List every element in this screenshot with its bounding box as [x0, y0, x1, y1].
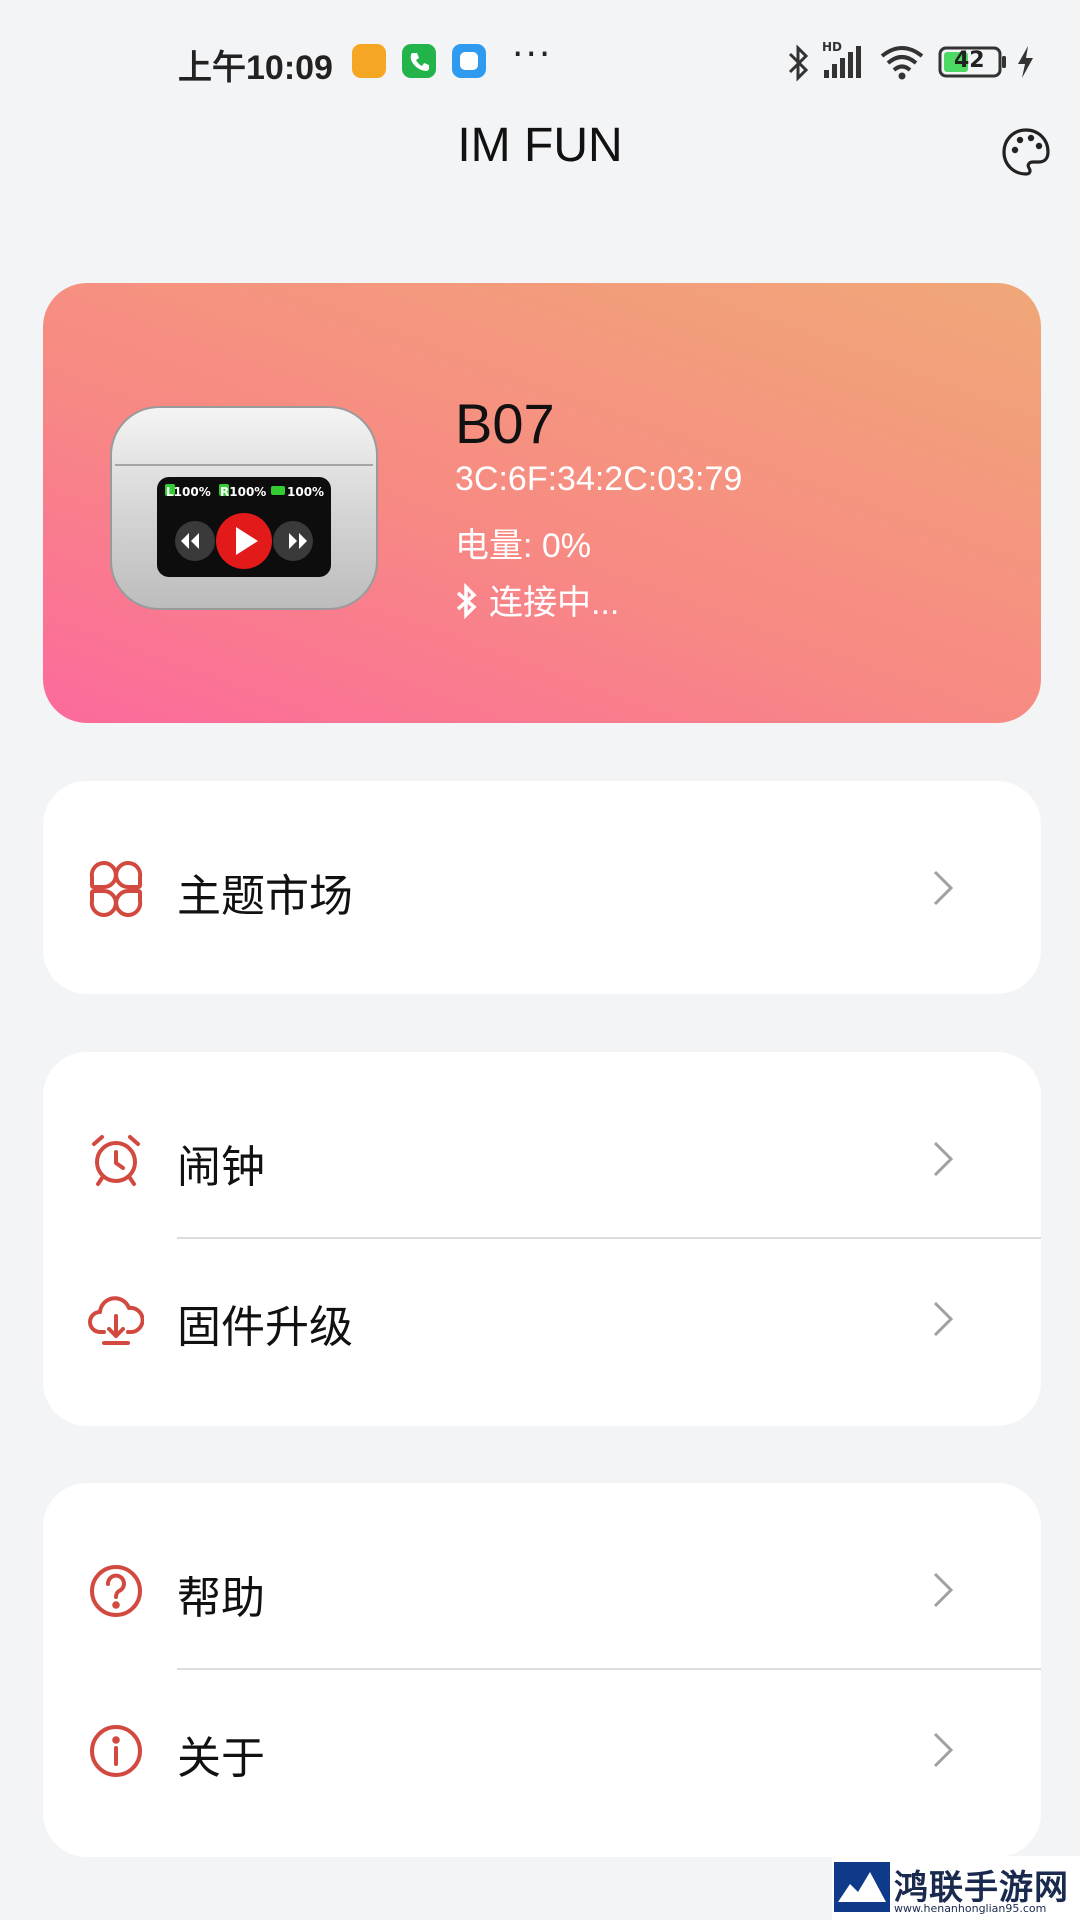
chevron-right-icon: [931, 868, 957, 908]
site-watermark: 鸿联手游网 www.henanhonglian95.com: [832, 1856, 1080, 1920]
device-card[interactable]: L100% R100% 100% B07 3C:6F:34:2C:03:79 电…: [43, 283, 1041, 723]
menu-label-help: 帮助: [177, 1573, 265, 1624]
more-notifications-indicator: ···: [512, 34, 553, 75]
status-time: 上午10:09: [178, 49, 333, 87]
bluetooth-icon: [455, 582, 479, 628]
case-battery: 100%: [287, 485, 325, 499]
info-card: 帮助 关于: [43, 1483, 1041, 1857]
watermark-url: www.henanhonglian95.com: [894, 1902, 1047, 1915]
chevron-right-icon: [931, 1139, 957, 1179]
cloud-download-icon: [88, 1292, 145, 1348]
app-screen: 上午10:09 ··· HD 42 IM FUN L100% R100% 100…: [0, 0, 1080, 1920]
info-circle-icon: [88, 1723, 144, 1779]
earbuds-case-icon: L100% R100% 100%: [109, 405, 379, 611]
case-left-battery: L100%: [166, 485, 211, 499]
menu-label-theme-market: 主题市场: [177, 871, 353, 922]
tools-card: 闹钟 固件升级: [43, 1052, 1041, 1426]
alarm-clock-icon: [88, 1132, 144, 1188]
theme-grid-icon: [88, 861, 144, 917]
phone-app-icon: [402, 44, 436, 78]
cellular-signal-icon: HD: [822, 40, 866, 82]
palette-icon[interactable]: [1000, 126, 1052, 178]
menu-label-alarm: 闹钟: [177, 1142, 265, 1193]
menu-item-alarm[interactable]: 闹钟: [43, 1079, 1041, 1239]
bluetooth-status-icon: [786, 44, 812, 86]
help-circle-icon: [88, 1563, 144, 1619]
menu-item-help[interactable]: 帮助: [43, 1510, 1041, 1670]
device-battery: 电量: 0%: [455, 527, 592, 565]
menu-item-about[interactable]: 关于: [43, 1670, 1041, 1830]
status-bar: 上午10:09 ··· HD 42: [0, 0, 1080, 120]
chevron-right-icon: [931, 1299, 957, 1339]
watermark-logo-icon: [834, 1862, 890, 1912]
chevron-right-icon: [931, 1730, 957, 1770]
menu-item-firmware-upgrade[interactable]: 固件升级: [43, 1239, 1041, 1399]
device-connection-status: 连接中...: [455, 575, 619, 628]
menu-label-about: 关于: [177, 1733, 265, 1784]
app-title: IM FUN: [457, 119, 623, 172]
device-mac-address: 3C:6F:34:2C:03:79: [455, 460, 743, 498]
charging-bolt-icon: [1014, 44, 1036, 84]
battery-icon: 42: [938, 46, 1008, 78]
device-name: B07: [455, 392, 555, 455]
case-right-battery: R100%: [220, 485, 267, 499]
menu-item-theme-market[interactable]: 主题市场: [43, 808, 1041, 968]
wifi-icon: [880, 44, 924, 84]
message-app-icon: [452, 44, 486, 78]
note-app-icon: [352, 44, 386, 78]
theme-market-card: 主题市场: [43, 781, 1041, 994]
menu-label-firmware-upgrade: 固件升级: [177, 1302, 353, 1353]
battery-level-text: 42: [954, 48, 985, 73]
chevron-right-icon: [931, 1570, 957, 1610]
device-status-text: 连接中...: [489, 584, 620, 622]
